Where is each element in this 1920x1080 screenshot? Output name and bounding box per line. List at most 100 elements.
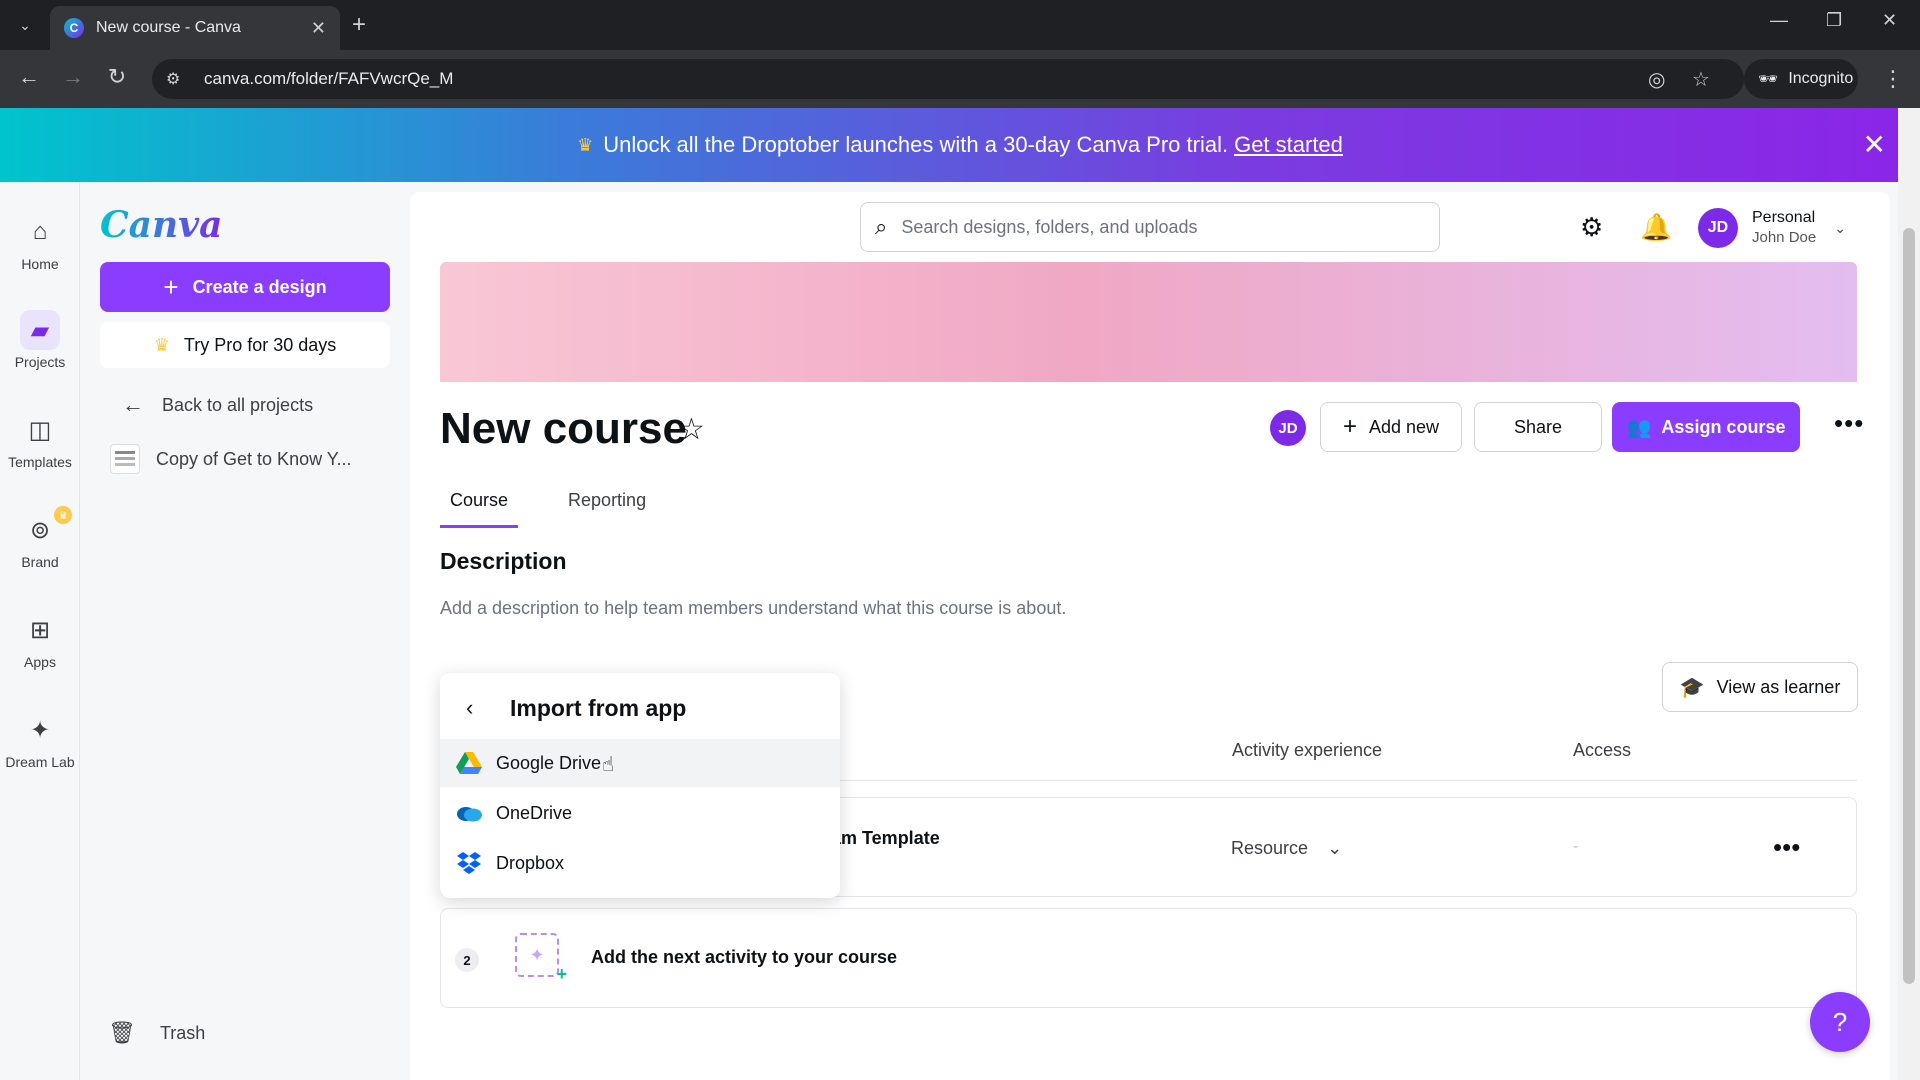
assign-course-button[interactable]: 👥 Assign course — [1612, 402, 1800, 452]
rail-item-dream-lab[interactable]: ✦ Dream Lab — [0, 710, 80, 771]
help-button[interactable]: ? — [1810, 992, 1870, 1052]
rail-label: Dream Lab — [5, 754, 75, 770]
tab-reporting[interactable]: Reporting — [558, 482, 656, 528]
url-text: canva.com/folder/FAFVwcrQe_M — [204, 69, 454, 88]
address-bar[interactable]: ⚙ canva.com/folder/FAFVwcrQe_M ◎ ☆ — [152, 59, 1744, 99]
rail-item-templates[interactable]: ◫ Templates — [0, 410, 80, 471]
project-item[interactable]: Copy of Get to Know Y... — [110, 444, 351, 474]
close-tab-icon[interactable]: ✕ — [311, 18, 326, 39]
tab-course[interactable]: Course — [440, 482, 519, 528]
forward-icon[interactable]: → — [58, 64, 88, 90]
account-type: Personal — [1752, 209, 1816, 226]
create-design-button[interactable]: + Create a design — [100, 262, 390, 312]
minimize-icon[interactable]: — — [1770, 10, 1788, 31]
add-activity-text: Add the next activity to your course — [591, 947, 898, 967]
home-icon: ⌂ — [32, 218, 48, 245]
access-value: - — [1573, 838, 1579, 855]
browser-tab[interactable]: C New course - Canva ✕ — [50, 6, 340, 50]
tab-search-dropdown-icon[interactable]: ⌄ — [12, 12, 38, 38]
rail-label: Projects — [14, 354, 66, 370]
account-switcher[interactable]: JD Personal John Doe ⌄ — [1698, 208, 1846, 248]
rail-label: Templates — [8, 454, 72, 470]
rail-label: Brand — [21, 554, 59, 570]
close-banner-icon[interactable]: ✕ — [1863, 128, 1886, 161]
google-drive-label: Google Drive — [496, 752, 602, 773]
rail-label: Apps — [24, 654, 56, 670]
share-button[interactable]: Share — [1474, 402, 1602, 452]
add-activity-row[interactable]: 2 ✦ + Add the next activity to your cours… — [440, 908, 1857, 1008]
trash-icon: 🗑 — [108, 1020, 136, 1045]
try-pro-button[interactable]: ♛ Try Pro for 30 days — [100, 322, 390, 368]
page-scrollbar[interactable] — [1898, 108, 1920, 1080]
arrow-left-icon: ← — [122, 392, 144, 417]
assign-course-label: Assign course — [1661, 416, 1786, 437]
apps-icon: ⊞ — [29, 616, 51, 644]
back-label: Back to all projects — [162, 394, 314, 415]
settings-gear-icon[interactable]: ⚙ — [1580, 212, 1603, 243]
site-info-icon[interactable]: ⚙ — [166, 69, 194, 89]
browser-menu-icon[interactable]: ⋮ — [1882, 66, 1904, 92]
incognito-indicator[interactable]: 🕶 Incognito — [1744, 59, 1858, 99]
promo-text: Unlock all the Droptober launches with a… — [603, 132, 1229, 157]
rail-item-home[interactable]: ⌂ Home — [0, 212, 80, 272]
more-options-icon[interactable]: ••• — [1834, 408, 1864, 439]
restore-icon[interactable]: ❐ — [1826, 10, 1842, 31]
view-as-learner-label: View as learner — [1716, 676, 1841, 697]
reload-icon[interactable]: ↻ — [102, 64, 132, 90]
experience-value: Resource — [1231, 838, 1309, 858]
trash-label: Trash — [159, 1022, 206, 1043]
google-drive-icon — [456, 752, 482, 774]
try-pro-label: Try Pro for 30 days — [183, 334, 337, 355]
search-icon: ⌕ — [875, 214, 888, 239]
rail-item-brand[interactable]: ⊚ ♛ Brand — [0, 506, 80, 570]
scrollbar-thumb[interactable] — [1903, 228, 1915, 984]
import-google-drive[interactable]: Google Drive — [440, 739, 840, 787]
chevron-left-icon[interactable]: ‹ — [466, 695, 473, 721]
rail-item-apps[interactable]: ⊞ Apps — [0, 610, 80, 671]
dropbox-icon — [456, 852, 482, 874]
search-placeholder: Search designs, folders, and uploads — [901, 216, 1198, 237]
eye-off-icon[interactable]: ◎ — [1648, 67, 1665, 92]
activity-experience-dropdown[interactable]: Resource ⌄ — [1231, 838, 1342, 859]
new-tab-icon[interactable]: + — [352, 11, 366, 39]
course-tabs: Course Reporting — [440, 482, 696, 528]
row-number: 2 — [455, 948, 479, 972]
view-as-learner-button[interactable]: 🎓 View as learner — [1662, 662, 1858, 712]
row-more-icon[interactable]: ••• — [1773, 832, 1800, 863]
project-item-label: Copy of Get to Know Y... — [156, 448, 352, 469]
description-placeholder[interactable]: Add a description to help team members u… — [440, 598, 1066, 619]
browser-toolbar: ← → ↻ ⚙ canva.com/folder/FAFVwcrQe_M ◎ ☆… — [0, 50, 1920, 108]
add-new-button[interactable]: + Add new — [1320, 402, 1462, 452]
rail-label: Home — [21, 256, 59, 272]
back-to-projects-link[interactable]: ← Back to all projects — [122, 392, 313, 418]
star-icon[interactable]: ☆ — [678, 412, 705, 447]
incognito-label: Incognito — [1788, 70, 1854, 87]
description-heading: Description — [440, 548, 567, 574]
import-onedrive[interactable]: OneDrive — [440, 789, 840, 837]
crown-icon: ♛ — [153, 334, 170, 355]
dropbox-label: Dropbox — [496, 852, 565, 873]
side-panel: Canva + Create a design ♛ Try Pro for 30… — [80, 182, 410, 1080]
search-input[interactable]: ⌕ Search designs, folders, and uploads — [860, 202, 1440, 252]
crown-badge-icon: ♛ — [54, 506, 72, 524]
left-rail: ⌂ Home ▰ Projects ◫ Templates ⊚ ♛ Brand … — [0, 182, 80, 1080]
canva-favicon-icon: C — [64, 18, 84, 38]
activity-title: am Template — [831, 828, 940, 848]
notifications-bell-icon[interactable]: 🔔 — [1640, 212, 1672, 243]
close-window-icon[interactable]: ✕ — [1882, 10, 1897, 31]
canva-logo[interactable]: Canva — [100, 204, 222, 246]
rail-item-projects[interactable]: ▰ Projects — [0, 310, 80, 370]
course-cover-banner — [440, 262, 1857, 382]
bookmark-star-icon[interactable]: ☆ — [1692, 67, 1710, 92]
back-icon[interactable]: ← — [14, 64, 44, 90]
import-dropbox[interactable]: Dropbox — [440, 839, 840, 887]
collaborator-avatar[interactable]: JD — [1270, 410, 1306, 446]
add-new-label: Add new — [1368, 416, 1440, 437]
plus-icon: + — [1342, 413, 1357, 440]
import-heading: Import from app — [510, 695, 687, 721]
get-started-link[interactable]: Get started — [1234, 132, 1343, 158]
onedrive-icon — [456, 802, 482, 824]
folder-icon: ▰ — [20, 310, 60, 350]
trash-link[interactable]: 🗑 Trash — [108, 1020, 205, 1046]
promo-banner: ♛ Unlock all the Droptober launches with… — [0, 108, 1920, 182]
